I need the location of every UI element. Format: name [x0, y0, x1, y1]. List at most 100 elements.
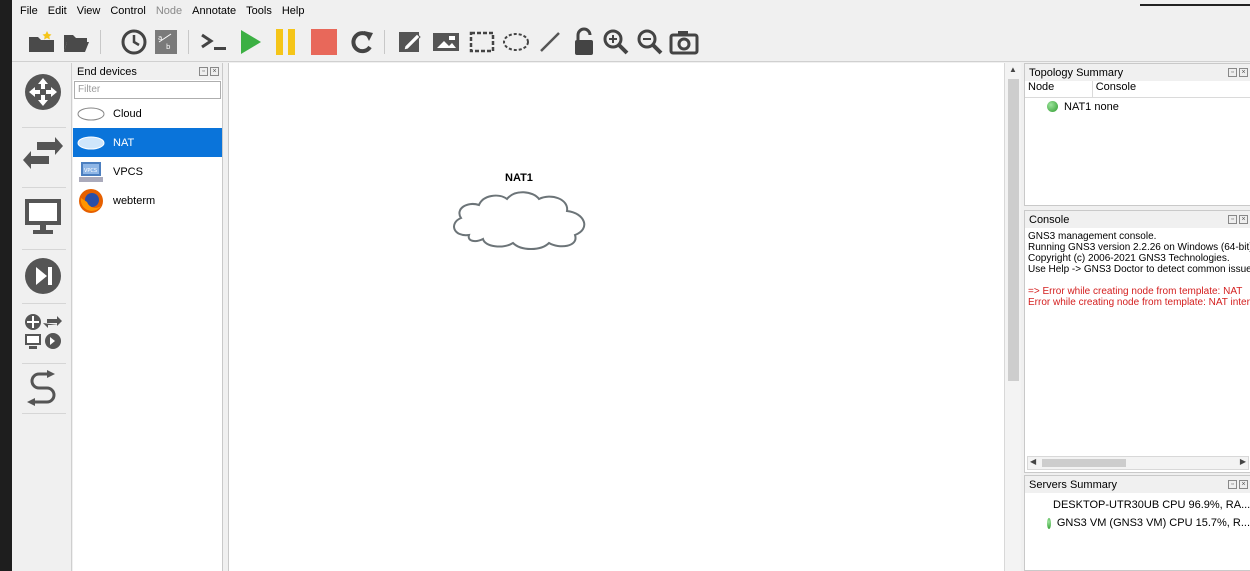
table-row[interactable]: NAT1 none [1025, 98, 1250, 115]
scroll-up-icon[interactable]: ▲ [1005, 63, 1021, 77]
stop-all-button[interactable] [308, 26, 340, 58]
node-name: NAT1 [1064, 100, 1092, 113]
menu-help[interactable]: Help [282, 5, 305, 17]
filter-input[interactable]: Filter [74, 81, 221, 99]
menu-node[interactable]: Node [156, 5, 182, 17]
folder-open-icon [64, 35, 89, 52]
snapshot-button[interactable] [118, 26, 150, 58]
browse-all-devices-button[interactable] [20, 309, 66, 355]
router-icon [25, 74, 61, 110]
console-line: Running GNS3 version 2.2.26 on Windows (… [1028, 242, 1250, 253]
scroll-thumb[interactable] [1042, 459, 1126, 467]
menu-annotate[interactable]: Annotate [192, 5, 236, 17]
firefox-icon [77, 188, 105, 213]
nat-node-cloud-icon[interactable] [447, 185, 591, 251]
draw-line-button[interactable] [534, 26, 566, 58]
menu-tools[interactable]: Tools [246, 5, 272, 17]
console-error-line: => Error while creating node from templa… [1028, 286, 1243, 297]
add-link-button[interactable] [20, 365, 66, 411]
close-icon[interactable]: × [1239, 68, 1248, 77]
svg-text:VPCS: VPCS [84, 168, 97, 174]
panel-title: End devices [77, 65, 137, 78]
play-icon [241, 30, 261, 54]
suspend-all-button[interactable] [270, 26, 302, 58]
float-icon[interactable]: ▫ [199, 67, 208, 76]
device-label: webterm [113, 194, 156, 207]
menu-edit[interactable]: Edit [48, 5, 67, 17]
node-label[interactable]: NAT1 [505, 172, 533, 184]
draw-ellipse-button[interactable] [500, 26, 532, 58]
close-icon[interactable]: × [210, 67, 219, 76]
console-horizontal-scrollbar[interactable]: ◀ ▶ [1027, 456, 1249, 470]
device-item-cloud[interactable]: Cloud [73, 99, 222, 128]
all-devices-icon [25, 314, 62, 349]
stop-icon [311, 29, 337, 55]
draw-rectangle-button[interactable] [466, 26, 498, 58]
browse-end-devices-button[interactable] [20, 193, 66, 239]
device-label: NAT [113, 136, 135, 149]
column-header-node[interactable]: Node [1025, 81, 1093, 97]
device-item-nat[interactable]: NAT [73, 128, 222, 157]
show-interface-labels-button[interactable]: ab [150, 26, 182, 58]
add-note-button[interactable] [394, 26, 426, 58]
terminal-icon [201, 33, 226, 50]
menu-control[interactable]: Control [110, 5, 145, 17]
browse-switches-button[interactable] [20, 131, 66, 177]
lock-button[interactable] [568, 26, 600, 58]
new-project-button[interactable] [26, 26, 58, 58]
console-all-button[interactable] [198, 26, 230, 58]
console-panel: Console ▫ × GNS3 management console. Runn… [1024, 210, 1250, 473]
end-devices-panel: End devices ▫ × Filter Cloud NAT VPCS VPC… [73, 63, 223, 571]
topology-canvas[interactable]: NAT1 [228, 63, 1004, 571]
float-icon[interactable]: ▫ [1228, 215, 1237, 224]
interface-labels-icon: ab [155, 30, 177, 54]
pause-icon [276, 29, 295, 55]
console-line: Use Help -> GNS3 Doctor to detect common… [1028, 264, 1250, 275]
device-item-vpcs[interactable]: VPCS VPCS [73, 157, 222, 186]
scroll-thumb[interactable] [1008, 79, 1019, 381]
server-row[interactable]: GNS3 VM (GNS3 VM) CPU 15.7%, R... [1025, 514, 1250, 532]
status-started-icon [1047, 517, 1051, 529]
menu-file[interactable]: File [20, 5, 38, 17]
topology-summary-panel: Topology Summary ▫ × Node Console NAT1 no… [1024, 63, 1250, 206]
line-icon [540, 32, 560, 52]
server-label: DESKTOP-UTR30UB CPU 96.9%, RA... [1053, 499, 1250, 511]
canvas-vertical-scrollbar[interactable]: ▲ [1004, 63, 1021, 571]
console-output[interactable]: GNS3 management console. Running GNS3 ve… [1025, 228, 1250, 456]
float-icon[interactable]: ▫ [1228, 68, 1237, 77]
cloud-icon [77, 103, 105, 125]
nat-icon [77, 132, 105, 154]
zoom-in-icon [603, 29, 629, 55]
panel-header: Servers Summary ▫ × [1025, 476, 1250, 493]
close-icon[interactable]: × [1239, 480, 1248, 489]
scroll-left-icon[interactable]: ◀ [1030, 457, 1036, 466]
table-header: Node Console [1025, 81, 1250, 98]
unlock-icon [575, 27, 593, 55]
rectangle-icon [469, 31, 495, 53]
screenshot-button[interactable] [668, 26, 700, 58]
device-label: VPCS [113, 165, 143, 178]
insert-picture-button[interactable] [430, 26, 462, 58]
start-all-button[interactable] [234, 26, 266, 58]
float-icon[interactable]: ▫ [1228, 480, 1237, 489]
device-item-webterm[interactable]: webterm [73, 186, 222, 215]
panel-header: End devices ▫ × [73, 63, 222, 80]
zoom-out-button[interactable] [634, 26, 666, 58]
browse-routers-button[interactable] [20, 69, 66, 115]
vpcs-icon: VPCS [77, 161, 105, 183]
scroll-right-icon[interactable]: ▶ [1240, 457, 1246, 466]
ellipse-icon [503, 33, 529, 51]
panel-header: Console ▫ × [1025, 211, 1250, 228]
browse-security-devices-button[interactable] [20, 253, 66, 299]
reload-all-button[interactable] [346, 26, 378, 58]
clock-icon [121, 29, 147, 55]
window-edge [0, 0, 12, 571]
open-project-button[interactable] [60, 26, 92, 58]
reload-icon [351, 31, 373, 54]
close-icon[interactable]: × [1239, 215, 1248, 224]
server-row[interactable]: DESKTOP-UTR30UB CPU 96.9%, RA... [1025, 496, 1250, 514]
monitor-icon [25, 199, 61, 234]
menu-view[interactable]: View [77, 5, 101, 17]
column-header-console[interactable]: Console [1093, 81, 1250, 97]
zoom-in-button[interactable] [600, 26, 632, 58]
